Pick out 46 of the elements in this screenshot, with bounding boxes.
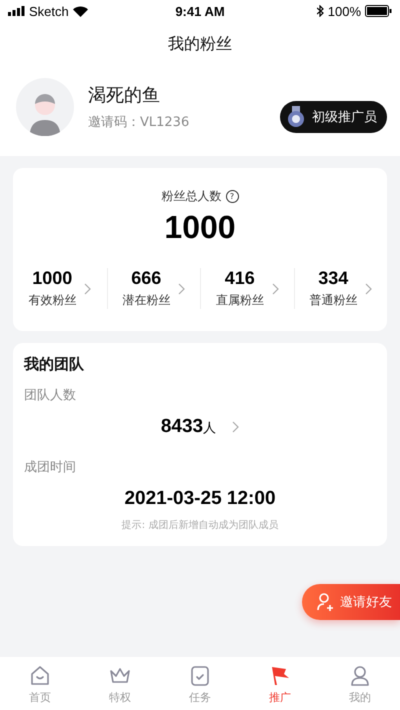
page-title: 我的粉丝 xyxy=(167,32,233,54)
stat-value: 416 xyxy=(224,268,255,289)
chevron-icon xyxy=(84,282,92,294)
medal-icon xyxy=(286,106,306,128)
fans-total: 1000 xyxy=(164,209,236,246)
task-icon xyxy=(188,664,212,688)
carrier-name: Sketch xyxy=(29,4,69,18)
wifi-icon xyxy=(72,6,88,16)
level-badge: 初级推广员 xyxy=(280,101,387,133)
stat-value: 334 xyxy=(318,268,348,289)
tab[interactable]: 任务 xyxy=(160,657,240,710)
battery-icon xyxy=(365,5,392,17)
fans-total-label: 粉丝总人数 xyxy=(162,188,222,205)
team-count-label: 团队人数 xyxy=(24,387,77,404)
team-time-label: 成团时间 xyxy=(24,459,77,476)
user-name: 渴死的鱼 xyxy=(88,84,161,107)
battery-percent: 100% xyxy=(328,4,361,18)
tab[interactable]: 特权 xyxy=(80,657,160,710)
home-icon xyxy=(28,664,52,688)
avatar xyxy=(16,78,74,136)
user-icon xyxy=(348,664,372,688)
chevron-icon xyxy=(272,282,279,294)
invite-code: 邀请码：VL1236 xyxy=(88,114,190,131)
chevron-icon xyxy=(232,421,240,433)
stat-value: 666 xyxy=(131,268,162,289)
chevron-icon xyxy=(365,282,372,294)
chevron-icon xyxy=(178,282,186,294)
tab[interactable]: 推广 xyxy=(240,657,320,710)
team-hint: 提示: 成团后新增自动成为团队成员 xyxy=(120,518,280,532)
bluetooth-icon xyxy=(316,5,324,17)
team-title: 我的团队 xyxy=(24,355,85,374)
tab[interactable]: 首页 xyxy=(0,657,80,710)
invite-friends-button[interactable]: 邀请好友 xyxy=(302,584,400,620)
stat-label: 有效粉丝 xyxy=(28,292,76,309)
team-time: 2021-03-25 12:00 xyxy=(123,488,277,510)
help-icon[interactable]: ? xyxy=(226,190,238,203)
team-count: 8433 xyxy=(160,416,204,437)
stat-label: 潜在粉丝 xyxy=(122,292,170,309)
tab[interactable]: 我的 xyxy=(320,657,400,710)
count-unit: 人 xyxy=(203,421,216,436)
status-time: 9:41 AM xyxy=(175,4,225,18)
signal-icon xyxy=(8,6,25,16)
add-user-icon xyxy=(316,592,336,612)
stat-value: 1000 xyxy=(32,268,72,289)
stat-label: 直属粉丝 xyxy=(216,292,264,309)
stat-label: 普通粉丝 xyxy=(309,292,358,309)
